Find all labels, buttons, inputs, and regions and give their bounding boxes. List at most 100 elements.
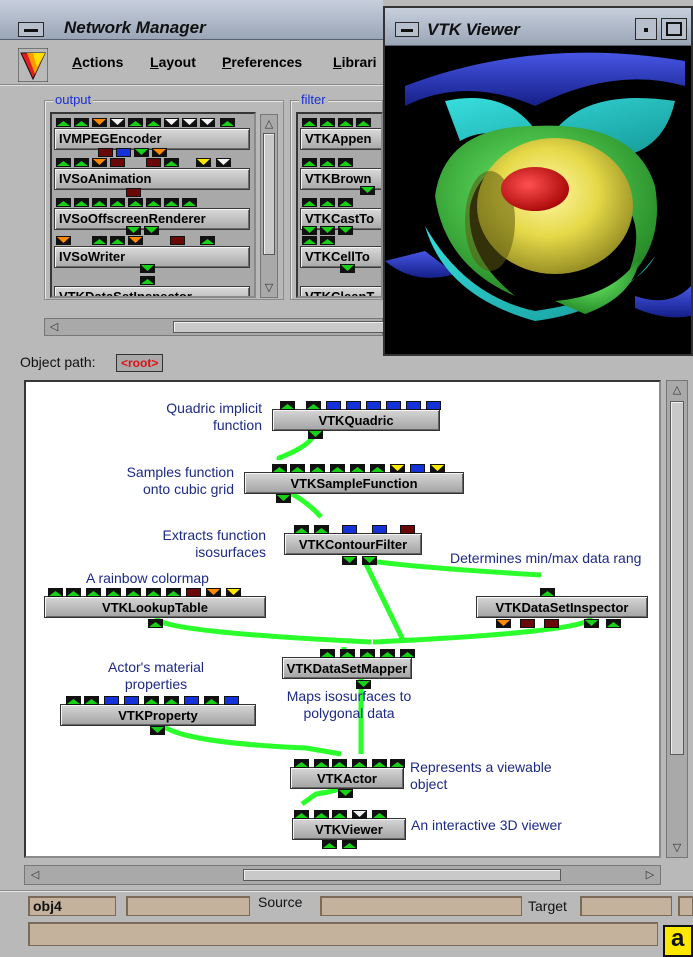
module-vtkcleant[interactable]: VTKCleanT bbox=[300, 286, 381, 296]
port bbox=[332, 759, 347, 768]
node-vtkdatasetinspector[interactable]: VTKDataSetInspector bbox=[476, 596, 648, 618]
module-vtkappend[interactable]: VTKAppen bbox=[300, 128, 381, 150]
panel-letter-badge: a bbox=[663, 925, 693, 957]
menu-actions[interactable]: Actions bbox=[72, 54, 123, 70]
port bbox=[92, 236, 107, 245]
scroll-right-icon[interactable]: ▷ bbox=[642, 868, 658, 882]
port bbox=[152, 148, 167, 157]
scroll-thumb[interactable] bbox=[173, 321, 384, 333]
note-inspector: Determines min/max data rang bbox=[450, 550, 642, 566]
network-manager-titlebar[interactable]: Network Manager bbox=[0, 0, 383, 40]
port bbox=[74, 198, 89, 207]
port bbox=[56, 118, 71, 127]
canvas-vscrollbar[interactable]: △ ▽ bbox=[666, 380, 688, 858]
port bbox=[338, 789, 353, 798]
port bbox=[84, 696, 99, 705]
port bbox=[196, 158, 211, 167]
menu-preferences[interactable]: Preferences bbox=[222, 54, 302, 70]
minimize-button[interactable] bbox=[635, 18, 657, 40]
maximize-button[interactable] bbox=[661, 18, 687, 40]
menu-bar-icon bbox=[401, 29, 413, 32]
port bbox=[126, 188, 141, 197]
scroll-left-icon[interactable]: ◁ bbox=[47, 320, 61, 334]
port bbox=[356, 680, 371, 689]
scroll-thumb[interactable] bbox=[243, 869, 561, 881]
port bbox=[320, 118, 335, 127]
target-label: Target bbox=[528, 898, 567, 914]
object-name-field[interactable]: obj4 bbox=[28, 896, 116, 916]
note-mapper: Maps isosurfaces to polygonal data bbox=[286, 688, 412, 721]
port bbox=[338, 198, 353, 207]
vtk-viewer-window[interactable]: VTK Viewer bbox=[383, 6, 693, 356]
scroll-left-icon[interactable]: ◁ bbox=[27, 868, 43, 882]
node-vtkcontourfilter[interactable]: VTKContourFilter bbox=[284, 533, 422, 555]
port bbox=[206, 588, 221, 597]
port bbox=[74, 158, 89, 167]
menu-layout[interactable]: Layout bbox=[150, 54, 196, 70]
window-menu-button[interactable] bbox=[395, 22, 419, 37]
port bbox=[140, 264, 155, 273]
library-hscrollbar[interactable]: ◁ bbox=[44, 318, 384, 336]
port bbox=[294, 759, 309, 768]
node-vtkviewer[interactable]: VTKViewer bbox=[292, 818, 406, 840]
port bbox=[224, 696, 239, 705]
module-vtkdatasetinspector[interactable]: VTKDataSetInspector bbox=[54, 286, 250, 296]
module-ivmpegencoder[interactable]: IVMPEGEncoder bbox=[54, 128, 250, 150]
viewer-title: VTK Viewer bbox=[427, 20, 520, 39]
port bbox=[400, 525, 415, 534]
port bbox=[116, 148, 131, 157]
scroll-up-icon[interactable]: △ bbox=[667, 383, 687, 397]
port bbox=[390, 759, 405, 768]
port bbox=[66, 696, 81, 705]
note-sample: Samples function onto cubic grid bbox=[126, 464, 234, 497]
node-vtklookuptable[interactable]: VTKLookupTable bbox=[44, 596, 266, 618]
note-viewer: An interactive 3D viewer bbox=[411, 817, 562, 833]
port bbox=[216, 158, 231, 167]
window-menu-button[interactable] bbox=[18, 22, 44, 37]
port bbox=[134, 148, 149, 157]
port bbox=[146, 158, 161, 167]
note-contour: Extracts function isosurfaces bbox=[162, 527, 267, 560]
port bbox=[342, 840, 357, 849]
scroll-thumb[interactable] bbox=[263, 133, 275, 255]
scroll-down-icon[interactable]: ▽ bbox=[261, 281, 277, 295]
scroll-down-icon[interactable]: ▽ bbox=[667, 841, 687, 855]
scroll-up-icon[interactable]: △ bbox=[261, 117, 277, 131]
node-vtkdatasetmapper[interactable]: VTKDataSetMapper bbox=[282, 657, 412, 679]
output-list-scrollbar[interactable]: △ ▽ bbox=[260, 114, 278, 298]
network-canvas[interactable]: Quadric implicit function Samples functio… bbox=[24, 380, 661, 858]
port bbox=[360, 649, 375, 658]
vtk-viewer-titlebar[interactable]: VTK Viewer bbox=[385, 8, 691, 46]
port bbox=[386, 401, 401, 410]
port bbox=[410, 464, 425, 473]
panel-letter: a bbox=[671, 925, 685, 952]
module-ivsoanimation[interactable]: IVSoAnimation bbox=[54, 168, 250, 190]
scroll-thumb[interactable] bbox=[670, 401, 684, 755]
port bbox=[320, 158, 335, 167]
port bbox=[182, 118, 197, 127]
node-vtkquadric[interactable]: VTKQuadric bbox=[272, 409, 440, 431]
source-field[interactable] bbox=[320, 896, 522, 916]
port bbox=[150, 726, 165, 735]
node-vtkproperty[interactable]: VTKProperty bbox=[60, 704, 256, 726]
port bbox=[144, 226, 159, 235]
note-actor: Represents a viewable object bbox=[410, 759, 552, 792]
port bbox=[320, 198, 335, 207]
port bbox=[372, 759, 387, 768]
vtk-render-view[interactable] bbox=[385, 46, 691, 354]
isosurface-red bbox=[501, 167, 569, 211]
target-field[interactable] bbox=[580, 896, 672, 916]
menu-libraries[interactable]: Librari bbox=[333, 54, 377, 70]
port bbox=[110, 236, 125, 245]
blank-field[interactable] bbox=[126, 896, 250, 916]
port bbox=[352, 759, 367, 768]
canvas-hscrollbar[interactable]: ◁ ▷ bbox=[24, 865, 661, 885]
port bbox=[186, 588, 201, 597]
port bbox=[606, 619, 621, 628]
object-path-root-button[interactable]: <root> bbox=[116, 354, 164, 372]
node-vtksamplefunction[interactable]: VTKSampleFunction bbox=[244, 472, 464, 494]
note-quadric: Quadric implicit function bbox=[166, 400, 262, 433]
extra-field[interactable] bbox=[678, 896, 693, 916]
node-vtkactor[interactable]: VTKActor bbox=[290, 767, 404, 789]
port bbox=[310, 464, 325, 473]
